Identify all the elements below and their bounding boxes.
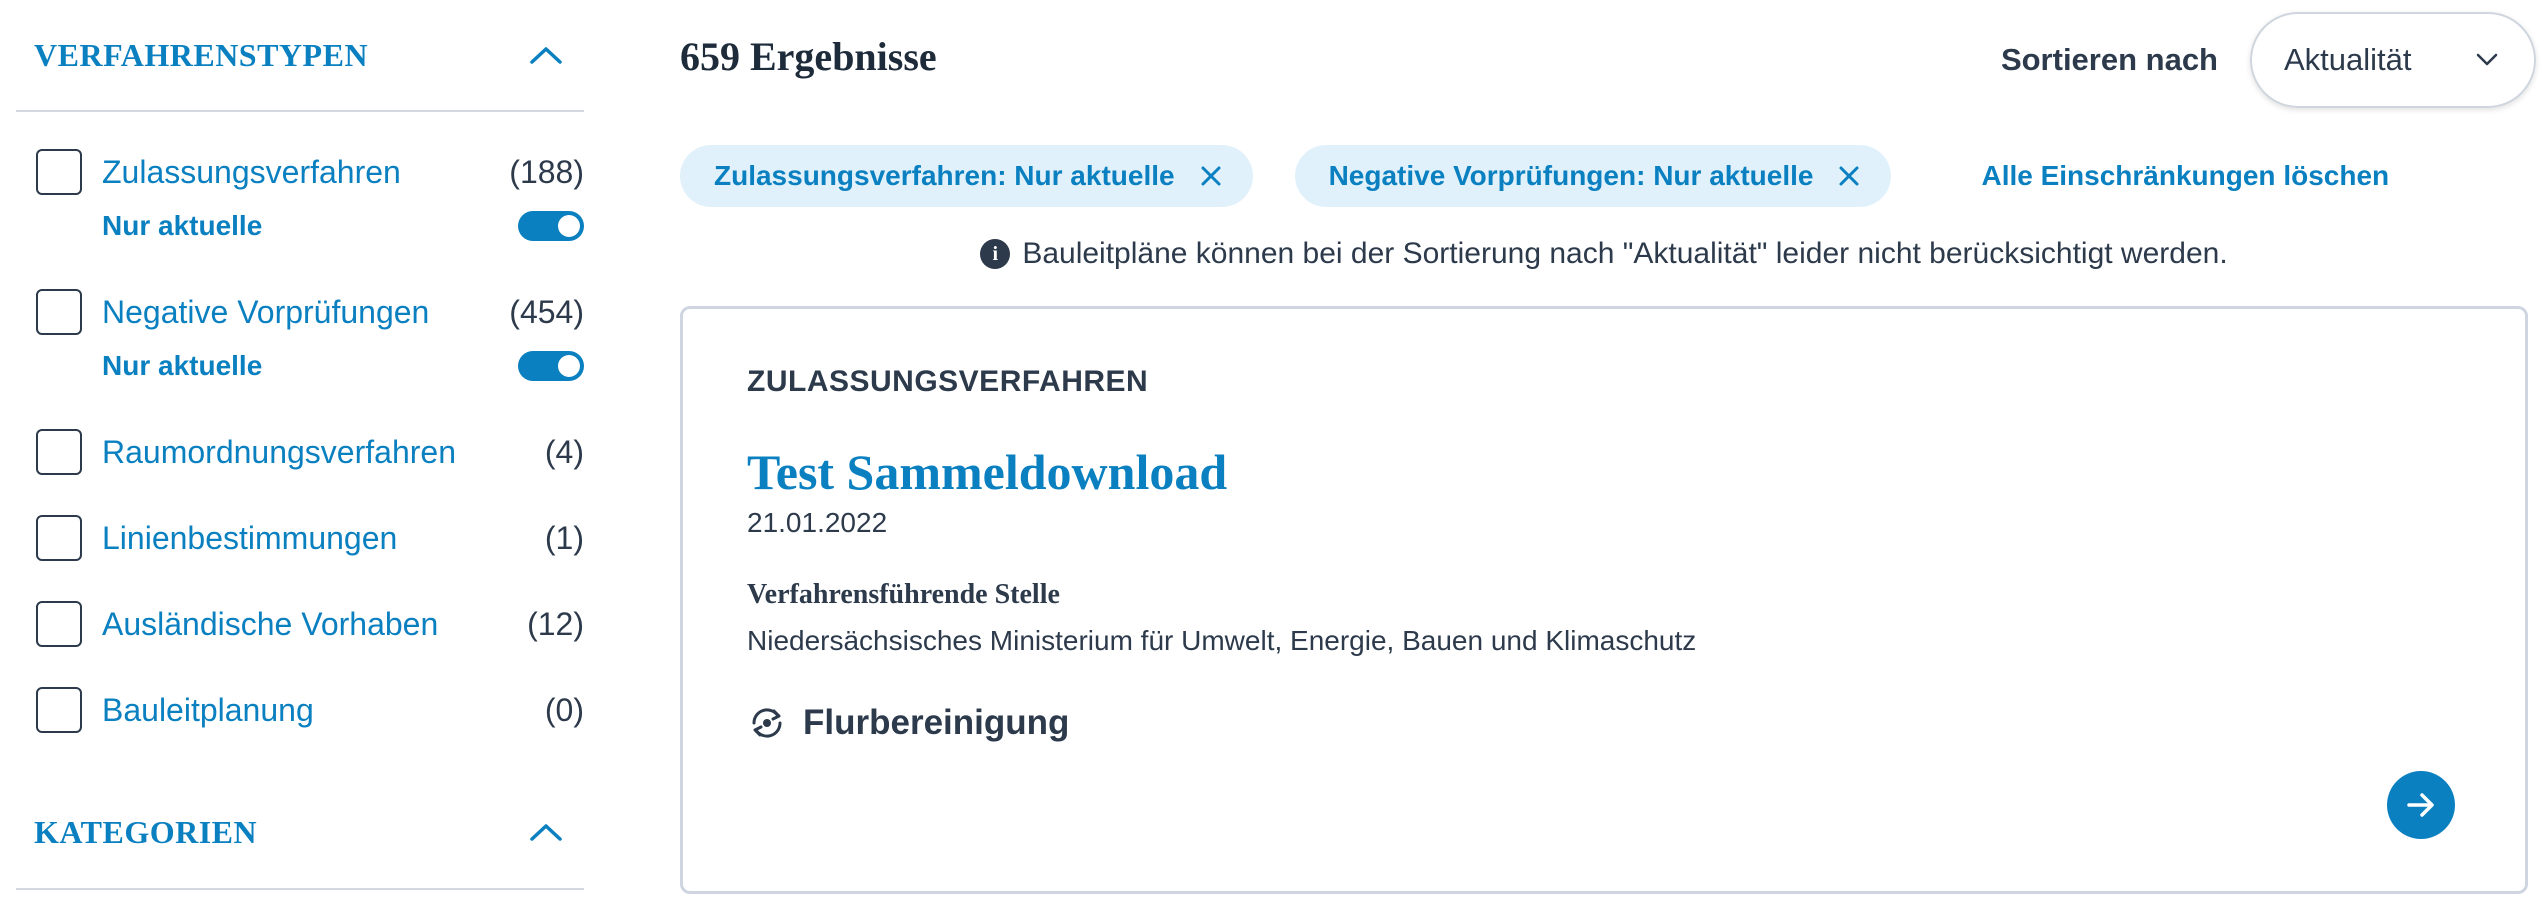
checkbox[interactable]	[36, 601, 82, 647]
card-procedure-type: ZULASSUNGSVERFAHREN	[747, 365, 1149, 398]
filter-label[interactable]: Ausländische Vorhaben	[102, 606, 494, 643]
category-label: Flurbereinigung	[803, 703, 1070, 742]
filter-item-raumordnungsverfahren[interactable]: Raumordnungsverfahren (4)	[16, 426, 584, 478]
categories-header[interactable]: KATEGORIEN	[16, 776, 584, 890]
card-date: 21.01.2022	[747, 507, 888, 538]
land-consolidation-icon	[752, 708, 782, 738]
procedure-types-title: VERFAHRENSTYPEN	[34, 36, 369, 73]
chevron-down-icon	[2476, 53, 2498, 66]
card-authority: Niedersächsisches Ministerium für Umwelt…	[747, 625, 1697, 656]
checkbox[interactable]	[36, 515, 82, 561]
current-only-toggle[interactable]	[518, 351, 584, 381]
card-title[interactable]: Test Sammeldownload	[747, 443, 2461, 501]
results-count: 659 Ergebnisse	[680, 33, 937, 79]
filter-count: (1)	[544, 519, 584, 556]
active-filter-chips: Zulassungsverfahren: Nur aktuelle Negati…	[680, 144, 2528, 208]
checkbox[interactable]	[36, 289, 82, 335]
arrow-right-icon[interactable]	[2387, 771, 2455, 839]
sub-filter-label: Nur aktuelle	[102, 210, 263, 241]
filter-chip[interactable]: Negative Vorprüfungen: Nur aktuelle	[1294, 145, 1892, 207]
chevron-up-icon[interactable]	[526, 35, 566, 75]
procedure-types-header[interactable]: VERFAHRENSTYPEN	[16, 0, 584, 112]
sort-select[interactable]: Aktualität	[2250, 12, 2536, 108]
chevron-up-icon[interactable]	[526, 812, 566, 852]
checkbox[interactable]	[36, 687, 82, 733]
sub-filter-current-only: Nur aktuelle	[16, 342, 584, 390]
filter-count: (454)	[509, 293, 584, 330]
sort-value: Aktualität	[2284, 42, 2412, 77]
card-authority-heading: Verfahrensführende Stelle	[747, 579, 1060, 610]
categories-title: KATEGORIEN	[34, 813, 258, 850]
filter-count: (0)	[544, 691, 584, 728]
filter-label[interactable]: Negative Vorprüfungen	[102, 294, 494, 331]
results-area: 659 Ergebnisse Sortieren nach Aktualität…	[680, 0, 2536, 894]
filter-label[interactable]: Linienbestimmungen	[102, 520, 494, 557]
sub-filter-current-only: Nur aktuelle	[16, 202, 584, 250]
filter-label[interactable]: Zulassungsverfahren	[102, 154, 494, 191]
filter-sidebar: VERFAHRENSTYPEN Zulassungsverfahren (188…	[16, 0, 584, 890]
filter-item-negative-vorpruefungen[interactable]: Negative Vorprüfungen (454)	[16, 286, 584, 338]
info-icon: i	[980, 239, 1011, 269]
sort-control: Sortieren nach Aktualität	[2001, 12, 2536, 108]
current-only-toggle[interactable]	[518, 211, 584, 241]
chip-label: Zulassungsverfahren: Nur aktuelle	[714, 160, 1175, 191]
close-icon[interactable]	[1835, 162, 1863, 190]
filter-item-auslaendische-vorhaben[interactable]: Ausländische Vorhaben (12)	[16, 598, 584, 650]
results-toolbar: 659 Ergebnisse Sortieren nach Aktualität	[680, 0, 2536, 120]
filter-count: (4)	[544, 433, 584, 470]
sort-label: Sortieren nach	[2000, 42, 2218, 77]
filter-count: (12)	[527, 605, 584, 642]
notice-text: Bauleitpläne können bei der Sortierung n…	[1022, 237, 2228, 270]
filter-item-bauleitplanung[interactable]: Bauleitplanung (0)	[16, 684, 584, 736]
chip-label: Negative Vorprüfungen: Nur aktuelle	[1328, 160, 1814, 191]
filter-label[interactable]: Bauleitplanung	[102, 692, 494, 729]
sub-filter-label: Nur aktuelle	[102, 350, 263, 381]
filter-count: (188)	[509, 153, 584, 190]
filter-label[interactable]: Raumordnungsverfahren	[102, 434, 494, 471]
checkbox[interactable]	[36, 429, 82, 475]
procedure-type-list: Zulassungsverfahren (188) Nur aktuelle N…	[16, 112, 584, 736]
clear-all-filters-link[interactable]: Alle Einschränkungen löschen	[1981, 160, 2389, 192]
close-icon[interactable]	[1197, 162, 1225, 190]
filter-item-linienbestimmungen[interactable]: Linienbestimmungen (1)	[16, 512, 584, 564]
checkbox[interactable]	[36, 149, 82, 195]
filter-chip[interactable]: Zulassungsverfahren: Nur aktuelle	[680, 145, 1253, 207]
result-card[interactable]: ZULASSUNGSVERFAHREN Test Sammeldownload …	[680, 306, 2528, 894]
card-category: Flurbereinigung	[747, 703, 2461, 743]
sort-notice: i Bauleitpläne können bei der Sortierung…	[680, 218, 2528, 290]
filter-item-zulassungsverfahren[interactable]: Zulassungsverfahren (188)	[16, 146, 584, 198]
